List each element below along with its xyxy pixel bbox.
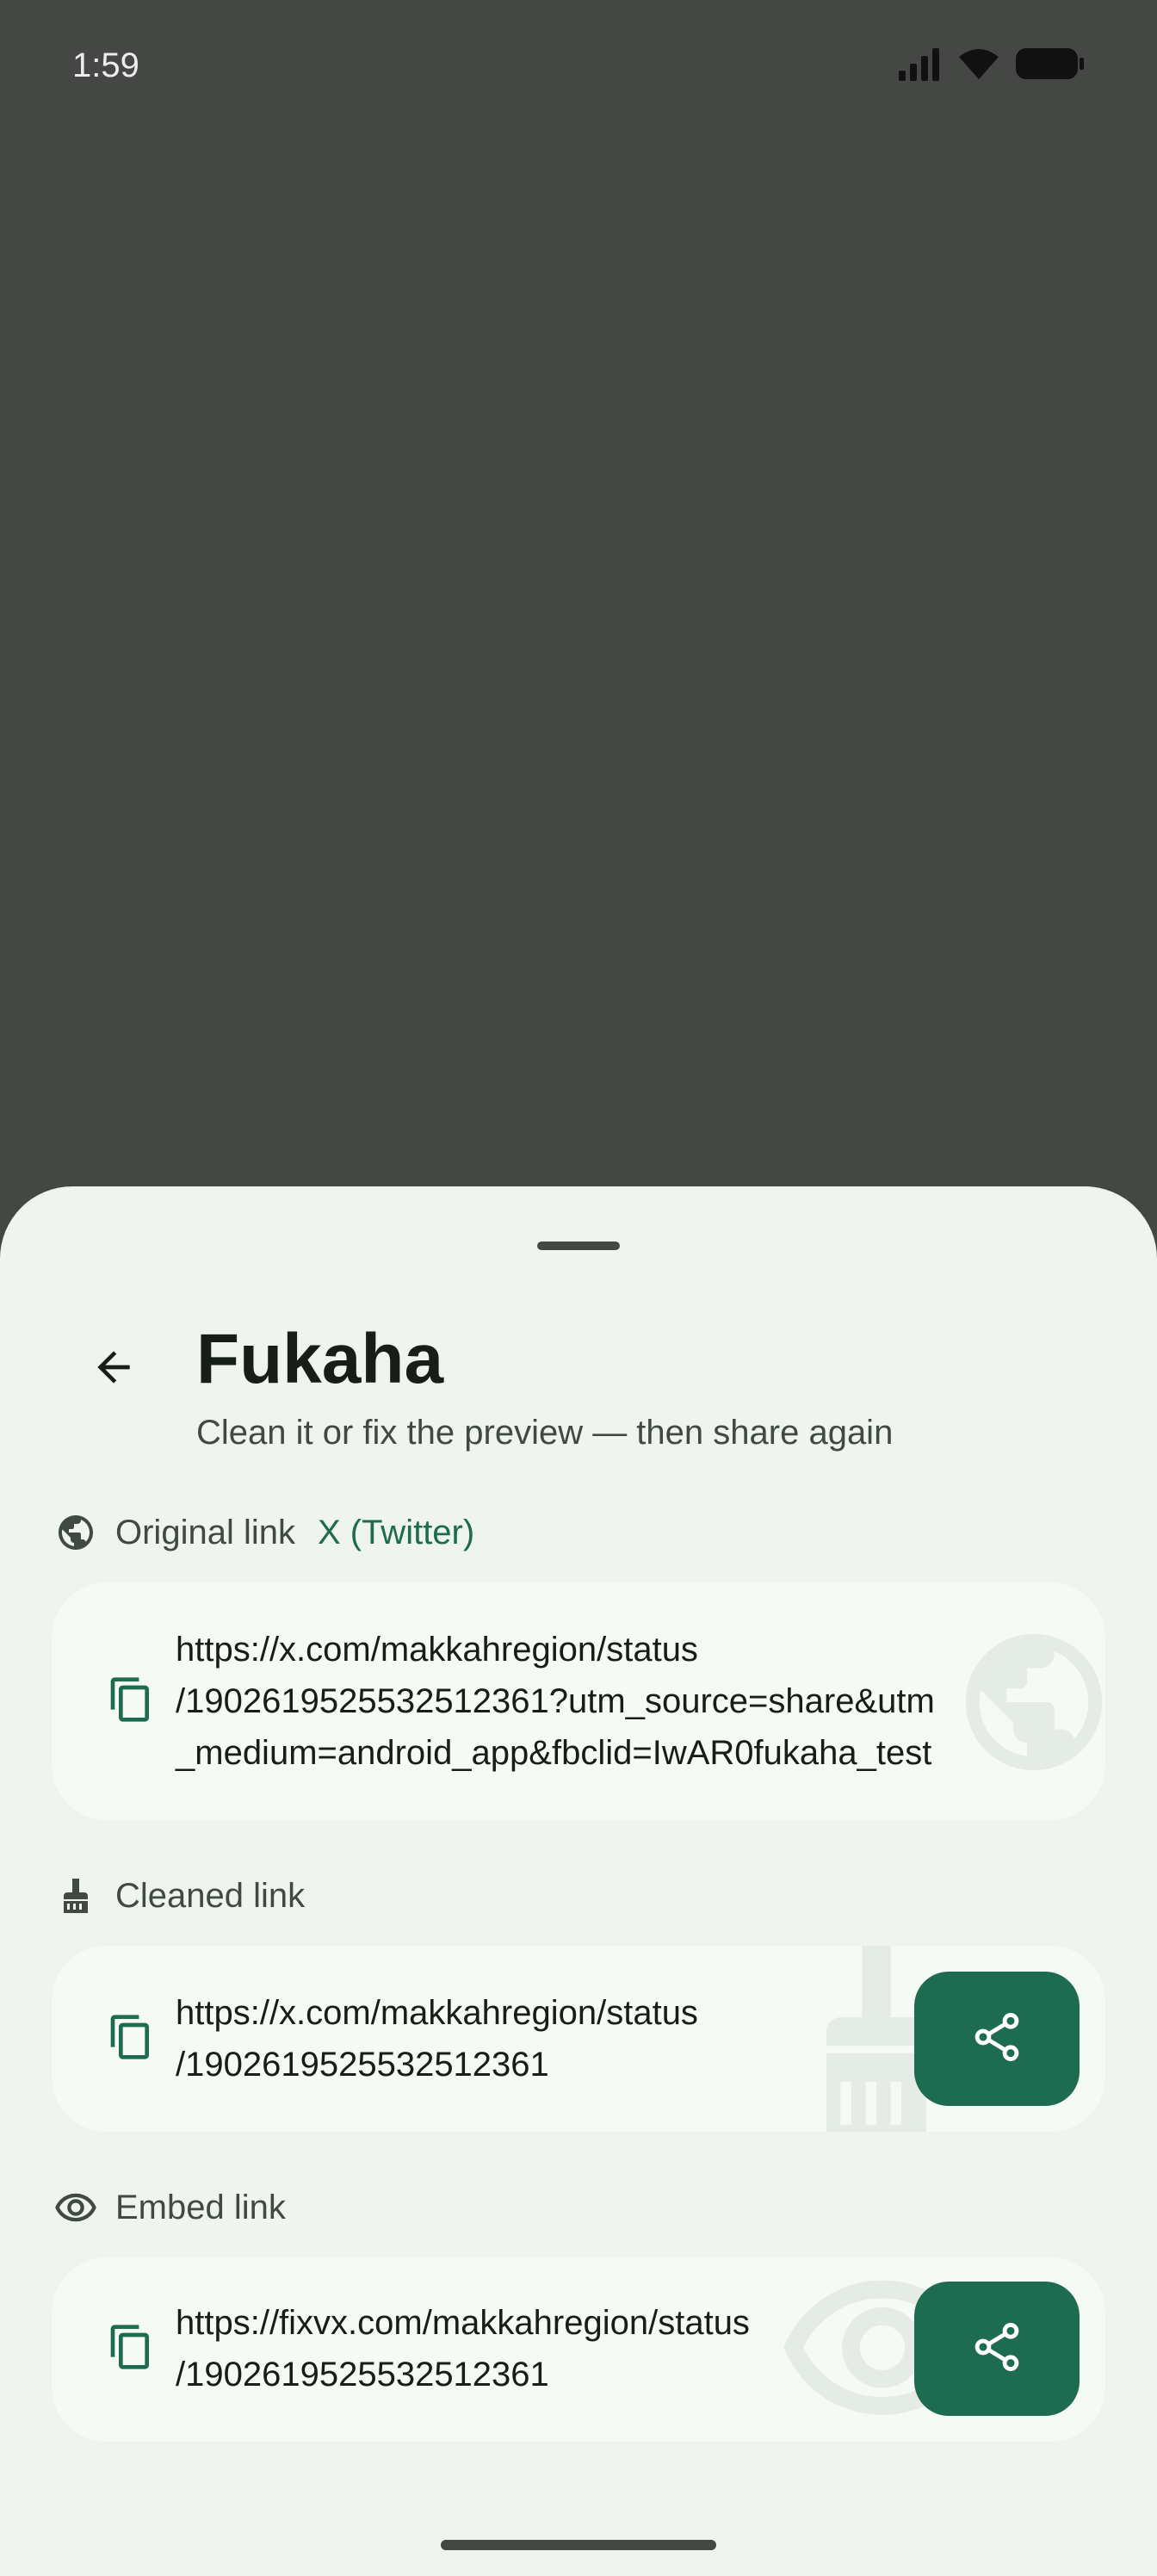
cleaned-link-card[interactable]: https://x.com/makkahregion/status/190261… [52, 1946, 1105, 2132]
share-cleaned-button[interactable] [914, 1972, 1080, 2106]
cleaned-link-line: https://x.com/makkahregion/status [176, 1994, 698, 2032]
embed-link-card[interactable]: https://fixvx.com/makkahregion/status/19… [52, 2257, 1105, 2442]
embed-link-line: https://fixvx.com/makkahregion/status [176, 2304, 750, 2342]
arrow-back-icon [90, 1343, 138, 1396]
cleaned-link-header: Cleaned link [52, 1872, 305, 1920]
platform-tag: X (Twitter) [317, 1513, 475, 1551]
original-link-header: Original link X (Twitter) [52, 1508, 474, 1557]
eye-icon [52, 2183, 100, 2232]
embed-link-line: /1902619525532512361 [176, 2356, 549, 2393]
copy-icon [107, 2323, 155, 2375]
copy-original-button[interactable] [96, 1667, 165, 1736]
globe-icon [52, 1508, 100, 1557]
bottom-sheet: Fukaha Clean it or fix the preview — the… [0, 1186, 1157, 2576]
copy-embed-button[interactable] [96, 2314, 165, 2383]
sheet-title: Fukaha [196, 1320, 444, 1398]
globe-watermark-icon [952, 1620, 1105, 1788]
gesture-navigation-handle[interactable] [441, 2540, 716, 2550]
drag-handle[interactable] [537, 1242, 620, 1250]
original-link-label: Original link [115, 1513, 295, 1551]
copy-icon [107, 2013, 155, 2065]
share-icon [969, 2009, 1024, 2069]
sheet-subtitle: Clean it or fix the preview — then share… [196, 1414, 894, 1452]
scrim-overlay[interactable] [0, 0, 1157, 1186]
share-icon [969, 2319, 1024, 2379]
original-link-line: _medium=android_app&fbclid=IwAR0fukaha_t… [176, 1734, 932, 1772]
cleaned-link-line: /1902619525532512361 [176, 2046, 549, 2084]
cleaned-link-label: Cleaned link [115, 1876, 306, 1915]
original-link-line: https://x.com/makkahregion/status [176, 1631, 698, 1669]
original-link-line: /1902619525532512361?utm_source=share&ut… [176, 1682, 935, 1720]
copy-cleaned-button[interactable] [96, 2004, 165, 2073]
original-link-card[interactable]: https://x.com/makkahregion/status/190261… [52, 1582, 1105, 1820]
share-embed-button[interactable] [914, 2282, 1080, 2416]
cleaned-link-text: https://x.com/makkahregion/status/190261… [176, 1987, 698, 2090]
embed-link-label: Embed link [115, 2188, 286, 2226]
original-link-text: https://x.com/makkahregion/status/190261… [176, 1624, 935, 1779]
embed-link-header: Embed link [52, 2183, 286, 2232]
broom-icon [52, 1872, 100, 1920]
copy-icon [107, 1675, 155, 1728]
back-button[interactable] [79, 1334, 148, 1403]
embed-link-text: https://fixvx.com/makkahregion/status/19… [176, 2297, 750, 2400]
